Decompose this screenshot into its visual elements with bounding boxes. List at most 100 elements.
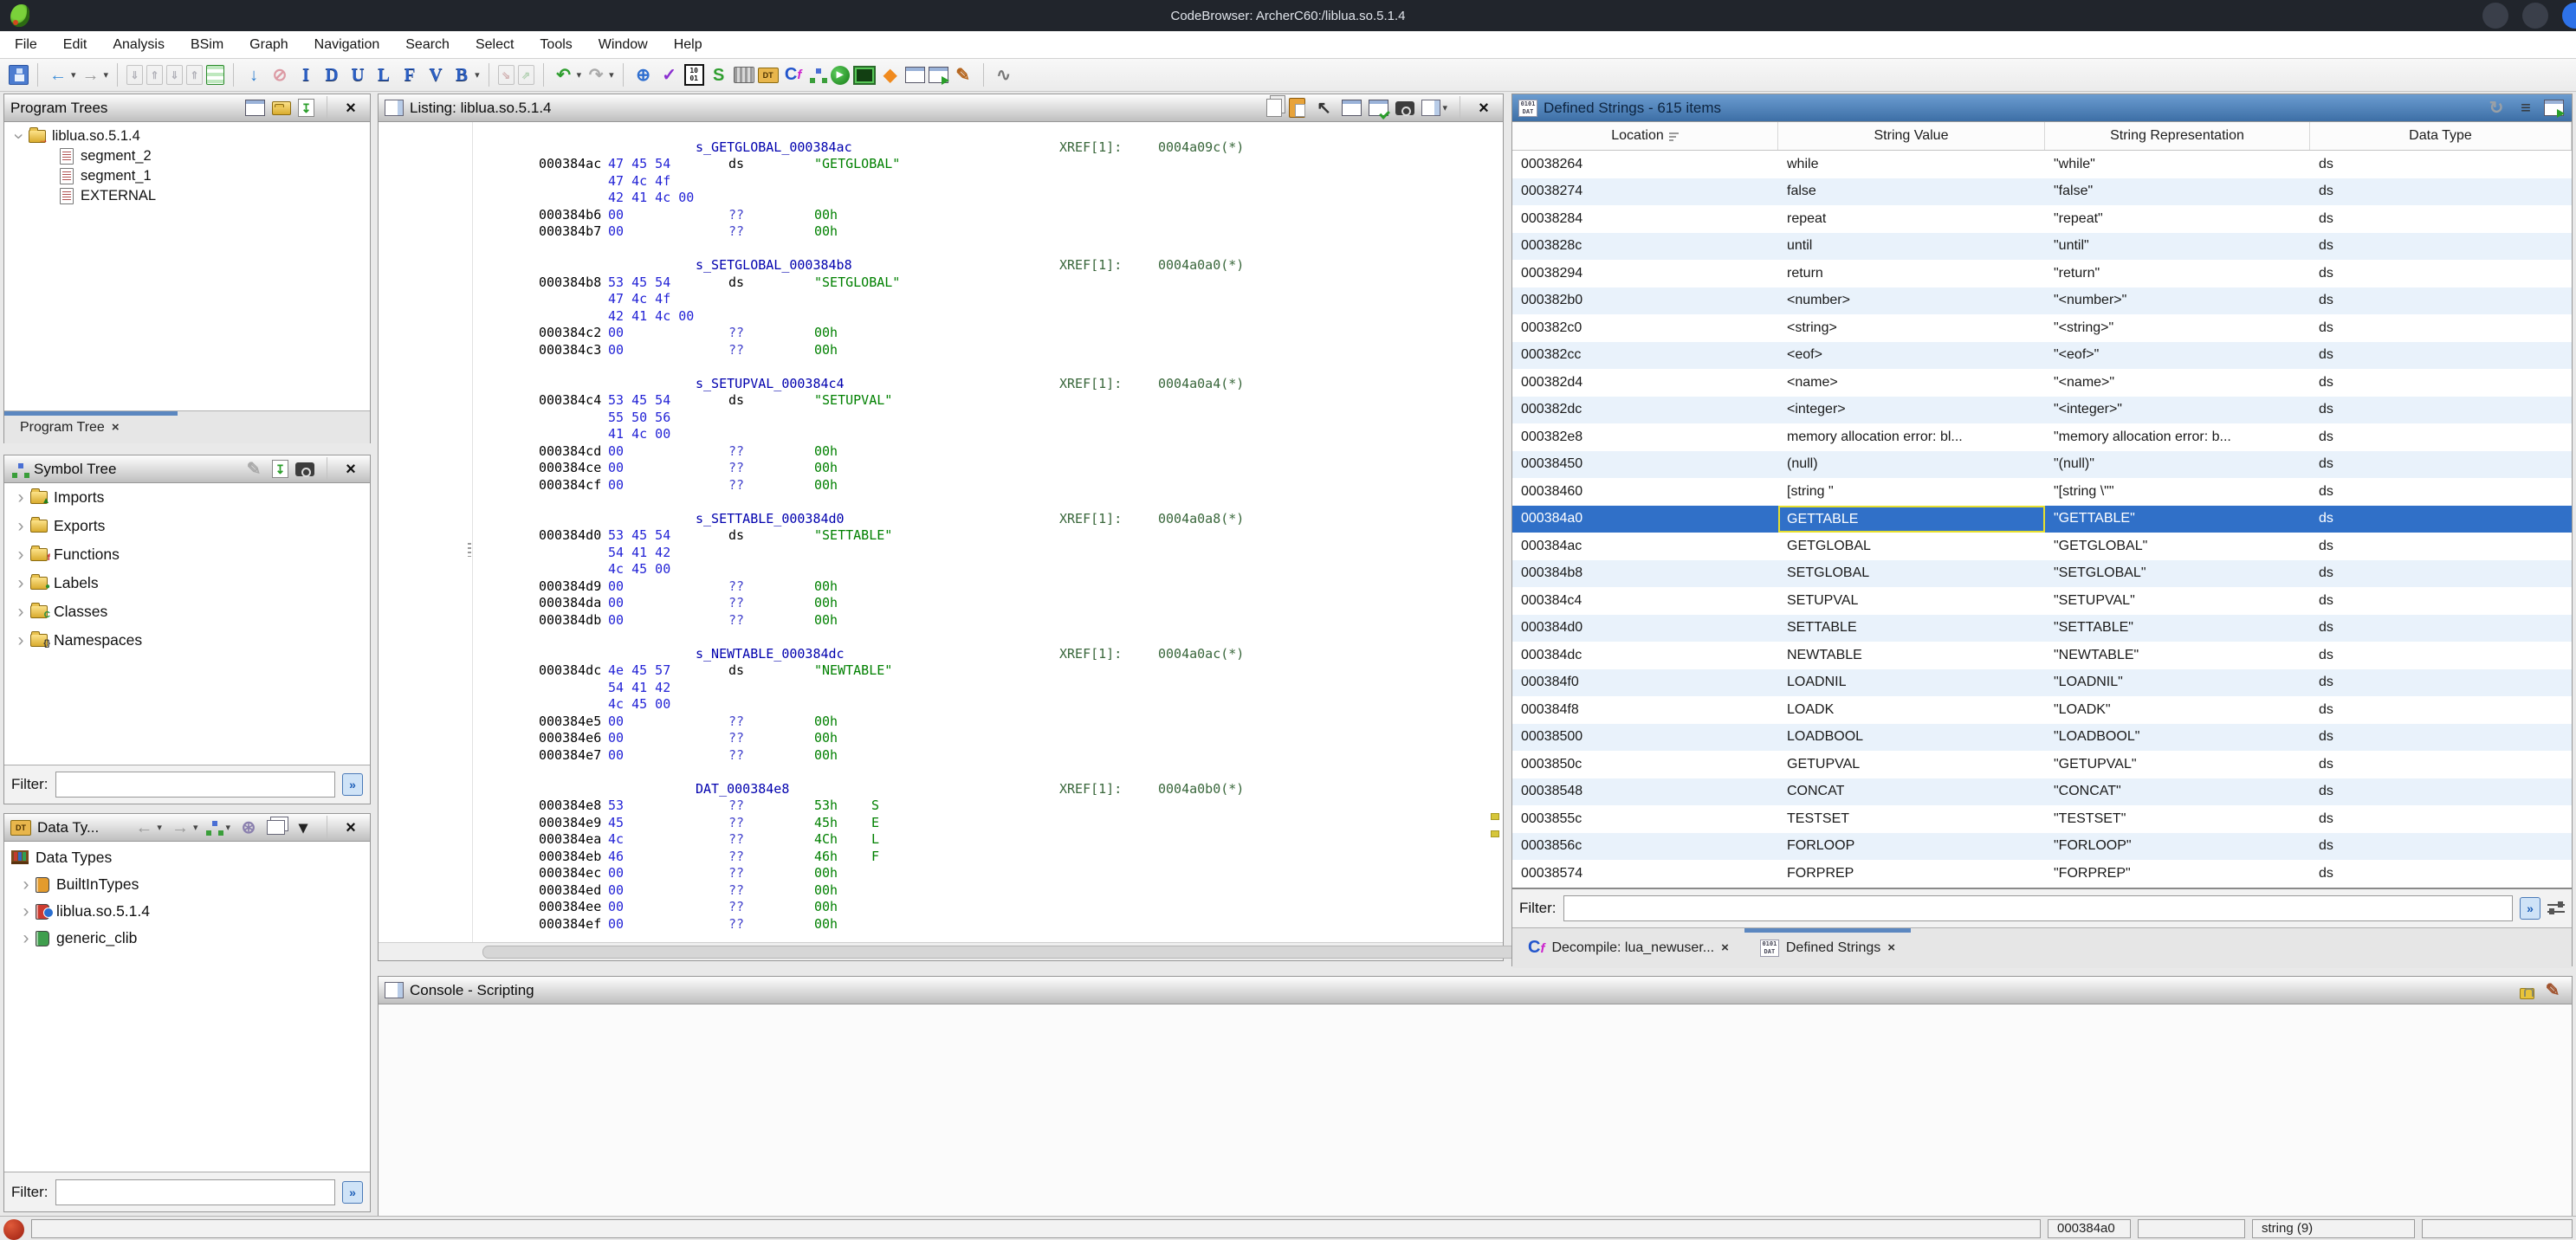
patch-import-icon[interactable]: ⇓: [166, 65, 183, 85]
location-cell[interactable]: 00038264: [1512, 157, 1778, 172]
string-value-cell[interactable]: <name>: [1778, 375, 2045, 391]
listing-line[interactable]: 4c 45 00: [379, 561, 1503, 578]
patch-create-icon[interactable]: ⇑: [146, 65, 163, 85]
table-row[interactable]: 00038274false"false"ds: [1512, 178, 2572, 206]
location-cell[interactable]: 000384f8: [1512, 702, 1778, 718]
menu-graph[interactable]: Graph: [236, 31, 301, 59]
listing-line[interactable]: 000384b600??00h: [379, 207, 1503, 224]
column-header-location[interactable]: Location: [1512, 122, 1778, 150]
data-types-item-builtintypes[interactable]: ›BuiltInTypes: [4, 871, 370, 898]
validate-icon[interactable]: ✓: [658, 64, 681, 87]
location-cell[interactable]: 000382d4: [1512, 375, 1778, 391]
mark-undefined-icon[interactable]: U: [346, 64, 369, 87]
listing-line[interactable]: 000384d053 45 54ds"SETTABLE": [379, 527, 1503, 545]
location-cell[interactable]: 0003850c: [1512, 757, 1778, 772]
tab-close-icon[interactable]: ×: [112, 420, 120, 435]
program-tree-root[interactable]: ›→liblua.so.5.1.4: [4, 126, 370, 146]
string-value-cell[interactable]: SETTABLE: [1778, 620, 2045, 636]
data-type-cell[interactable]: ds: [2310, 484, 2572, 500]
clear-code-icon[interactable]: ⊘: [269, 64, 291, 87]
data-type-cell[interactable]: ds: [2310, 402, 2572, 417]
data-type-cell[interactable]: ds: [2310, 266, 2572, 281]
lock-icon[interactable]: [2520, 982, 2534, 999]
string-representation-cell[interactable]: "GETGLOBAL": [2045, 539, 2310, 554]
data-type-cell[interactable]: ds: [2310, 866, 2572, 882]
listing-line[interactable]: 000384c453 45 54ds"SETUPVAL": [379, 392, 1503, 410]
string-value-cell[interactable]: TESTSET: [1778, 811, 2045, 827]
pencil-icon[interactable]: ✎: [2541, 979, 2564, 1002]
filter-options-icon[interactable]: »: [342, 773, 363, 796]
tab-program-tree[interactable]: Program Tree ×: [4, 411, 135, 443]
listing-line[interactable]: 000384ac47 45 54ds"GETGLOBAL": [379, 156, 1503, 173]
data-type-cell[interactable]: ds: [2310, 702, 2572, 718]
column-header-string-value[interactable]: String Value: [1778, 122, 2045, 150]
camera-icon[interactable]: [295, 462, 314, 476]
patch-out-icon[interactable]: ⇗: [518, 65, 534, 85]
export-table-icon[interactable]: [2544, 100, 2564, 116]
memory-chip-icon[interactable]: [853, 66, 876, 85]
string-value-cell[interactable]: FORLOOP: [1778, 838, 2045, 854]
listing-line[interactable]: 42 41 4c 00: [379, 308, 1503, 326]
table-row[interactable]: 000382e8memory allocation error: bl..."m…: [1512, 423, 2572, 451]
string-representation-cell[interactable]: "false": [2045, 184, 2310, 199]
column-header-string-representation[interactable]: String Representation: [2045, 122, 2310, 150]
forward-icon[interactable]: →▾: [80, 64, 109, 87]
tab-close-icon[interactable]: ×: [1721, 940, 1729, 955]
table-row[interactable]: 000384acGETGLOBAL"GETGLOBAL"ds: [1512, 533, 2572, 560]
back-icon-dropdown[interactable]: ▾: [157, 822, 162, 833]
patch-export-icon[interactable]: ⇑: [186, 65, 203, 85]
datatype-folder-icon[interactable]: DT: [758, 68, 779, 83]
go-to-icon[interactable]: ↓: [243, 64, 265, 87]
string-value-cell[interactable]: [string ": [1778, 484, 2045, 500]
panel-toggle-icon-dropdown[interactable]: ▾: [1442, 102, 1447, 113]
menu-select[interactable]: Select: [463, 31, 527, 59]
menu-analysis[interactable]: Analysis: [100, 31, 178, 59]
table-row[interactable]: 000384dcNEWTABLE"NEWTABLE"ds: [1512, 642, 2572, 669]
table-row[interactable]: 000384f8LOADK"LOADK"ds: [1512, 696, 2572, 724]
back-icon-dropdown[interactable]: ▾: [71, 69, 76, 81]
string-representation-cell[interactable]: "LOADBOOL": [2045, 729, 2310, 745]
association-icon-dropdown[interactable]: ▾: [225, 822, 230, 833]
table-row[interactable]: 000382c0<string>"<string>"ds: [1512, 314, 2572, 342]
close-window-button[interactable]: [2562, 3, 2576, 29]
mark-byte-icon[interactable]: B▾: [450, 64, 480, 87]
listing-line[interactable]: 000384ef00??00h: [379, 916, 1503, 933]
symbol-tree-item-exports[interactable]: ›Exports: [4, 512, 370, 540]
table-row[interactable]: 0003855cTESTSET"TESTSET"ds: [1512, 805, 2572, 833]
cursor-icon[interactable]: ↖: [1312, 97, 1335, 119]
listing-hscrollbar[interactable]: [379, 942, 1503, 960]
symbol-tree-item-labels[interactable]: ›●Labels: [4, 569, 370, 597]
string-representation-cell[interactable]: "[string \"": [2045, 484, 2310, 500]
table-row[interactable]: 00038264while"while"ds: [1512, 151, 2572, 178]
location-cell[interactable]: 0003855c: [1512, 811, 1778, 827]
string-value-cell[interactable]: SETUPVAL: [1778, 593, 2045, 609]
string-representation-cell[interactable]: "return": [2045, 266, 2310, 281]
expand-icon[interactable]: ›: [11, 488, 30, 507]
listing-line[interactable]: 000384ee00??00h: [379, 899, 1503, 916]
data-type-cell[interactable]: ds: [2310, 648, 2572, 663]
table-row[interactable]: 00038294return"return"ds: [1512, 260, 2572, 287]
string-representation-cell[interactable]: "NEWTABLE": [2045, 648, 2310, 663]
expand-icon[interactable]: ›: [16, 875, 36, 894]
string-value-cell[interactable]: SETGLOBAL: [1778, 565, 2045, 581]
location-cell[interactable]: 00038574: [1512, 866, 1778, 882]
string-representation-cell[interactable]: "<number>": [2045, 293, 2310, 308]
mark-function-icon[interactable]: F: [398, 64, 421, 87]
listing-line[interactable]: 000384e500??00h: [379, 714, 1503, 731]
location-cell[interactable]: 000382b0: [1512, 293, 1778, 308]
data-types-item-liblua.so.5.1.4[interactable]: ›liblua.so.5.1.4: [4, 898, 370, 925]
open-folder-icon[interactable]: [272, 101, 291, 115]
string-representation-cell[interactable]: "LOADNIL": [2045, 675, 2310, 690]
save-icon[interactable]: [9, 65, 29, 85]
listing-line[interactable]: 000384c300??00h: [379, 342, 1503, 359]
column-header-data-type[interactable]: Data Type: [2310, 122, 2572, 150]
location-cell[interactable]: 0003856c: [1512, 838, 1778, 854]
film-icon[interactable]: [734, 67, 754, 83]
symbol-tree-header[interactable]: Symbol Tree ✎↧×: [4, 455, 370, 483]
data-type-cell[interactable]: ds: [2310, 838, 2572, 854]
listing-label-line[interactable]: s_NEWTABLE_000384dcXREF[1]:0004a0ac(*): [379, 646, 1503, 663]
data-type-cell[interactable]: ds: [2310, 238, 2572, 254]
string-representation-cell[interactable]: "until": [2045, 238, 2310, 254]
string-value-cell[interactable]: FORPREP: [1778, 866, 2045, 882]
menu-bsim[interactable]: BSim: [178, 31, 236, 59]
